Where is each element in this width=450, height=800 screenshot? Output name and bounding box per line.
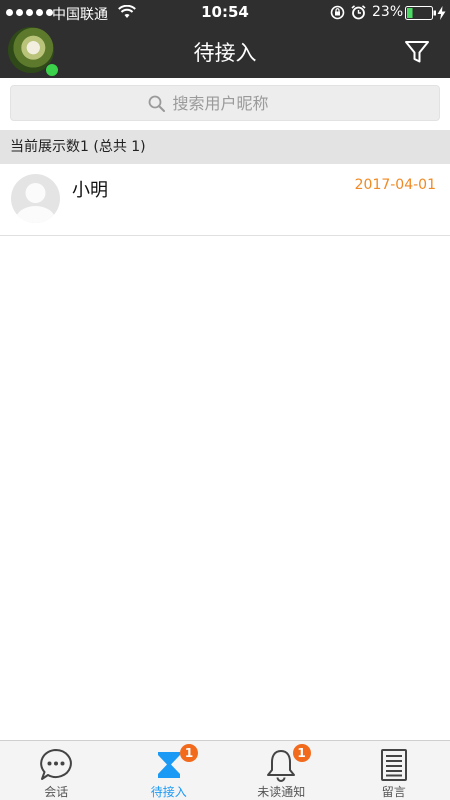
alarm-icon xyxy=(351,5,366,20)
search-input[interactable] xyxy=(172,93,303,113)
contact-name: 小明 xyxy=(72,180,108,201)
notification-badge: 1 xyxy=(292,744,311,762)
document-icon xyxy=(380,749,407,781)
tab-bar: 会话 1 待接入 1 未读通知 留言 xyxy=(0,740,450,800)
tab-label: 会话 xyxy=(44,785,69,799)
search-box[interactable] xyxy=(10,85,440,121)
tab-chat[interactable]: 会话 xyxy=(0,741,113,800)
tab-pending[interactable]: 1 待接入 xyxy=(113,741,226,800)
tab-label: 留言 xyxy=(381,785,406,799)
search-area xyxy=(0,78,450,128)
default-user-icon xyxy=(15,183,56,223)
battery-percent: 23% xyxy=(372,4,404,20)
tab-label: 待接入 xyxy=(150,785,187,799)
list-item[interactable]: 小明 2017-04-01 xyxy=(0,164,450,236)
lock-rotation-icon xyxy=(330,5,345,20)
display-count-bar: 当前展示数1 (总共 1) xyxy=(0,130,450,164)
contact-avatar xyxy=(11,174,60,223)
filter-icon[interactable] xyxy=(403,38,431,66)
header: 中国联通 10:54 23% 待接入 xyxy=(0,0,450,78)
page-title: 待接入 xyxy=(193,41,257,65)
charging-icon xyxy=(437,6,446,20)
pending-badge: 1 xyxy=(180,744,198,762)
search-icon xyxy=(148,95,165,112)
contact-date: 2017-04-01 xyxy=(354,177,436,193)
tab-unread-notifications[interactable]: 1 未读通知 xyxy=(225,741,338,800)
chat-bubble-icon xyxy=(40,749,73,780)
battery-icon xyxy=(405,6,436,20)
tab-label: 未读通知 xyxy=(257,785,306,799)
screen: 中国联通 10:54 23% 待接入 搜索用户昵称 当前展示数1 (总共 1) … xyxy=(0,0,450,800)
tab-messages[interactable]: 留言 xyxy=(338,741,450,800)
status-bar: 中国联通 10:54 23% xyxy=(0,0,450,26)
